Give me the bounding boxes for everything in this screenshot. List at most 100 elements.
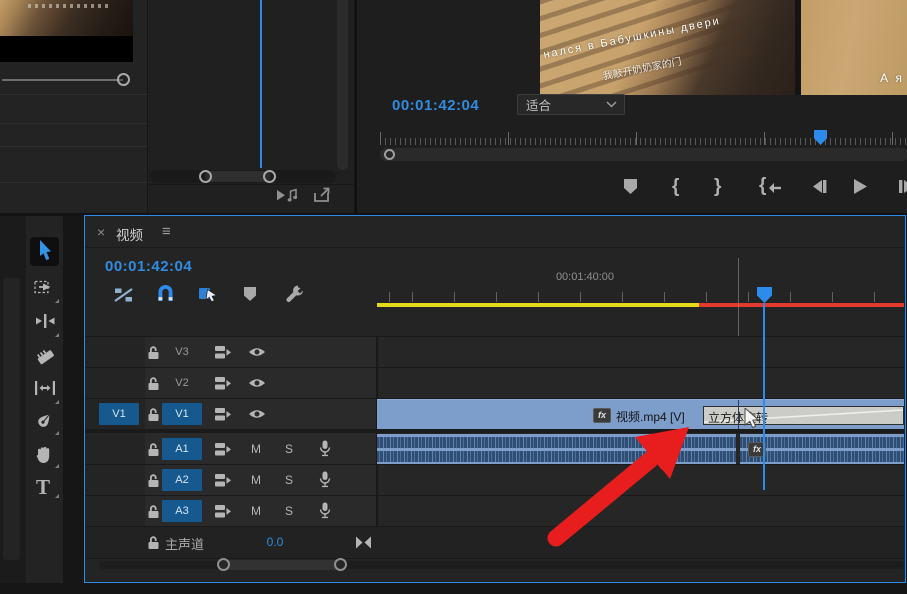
transition-preview-thumbnail <box>0 0 133 62</box>
play-audio-button[interactable] <box>276 187 300 204</box>
timeline-timecode[interactable]: 00:01:42:04 <box>105 258 192 275</box>
master-level-value[interactable]: 0.0 <box>255 535 295 549</box>
solo-button-a1[interactable]: S <box>285 442 293 456</box>
sync-lock-icon[interactable] <box>214 376 232 391</box>
pen-icon <box>34 411 54 431</box>
audio-clip-a1-left[interactable] <box>377 434 736 464</box>
track-target-a3[interactable]: A3 <box>162 500 202 522</box>
linked-selection-icon <box>198 285 220 303</box>
effect-scrollbar-handle-right[interactable] <box>263 170 276 183</box>
timeline-add-marker-button[interactable] <box>243 286 257 302</box>
timeline-playhead-line[interactable] <box>763 303 765 490</box>
effect-scrollbar-thumb[interactable] <box>205 171 271 182</box>
track-target-a2[interactable]: A2 <box>162 469 202 491</box>
monitor-scrub-bar[interactable] <box>380 148 907 161</box>
timeline-scrollbar-thumb[interactable] <box>223 560 341 570</box>
render-bar-red <box>699 303 904 307</box>
mute-button-a1[interactable]: M <box>251 442 261 456</box>
track-select-forward-tool[interactable] <box>34 279 56 301</box>
type-tool[interactable]: T <box>36 476 56 500</box>
microphone-icon[interactable] <box>319 471 331 488</box>
program-timecode[interactable]: 00:01:42:04 <box>392 97 479 114</box>
ripple-edit-tool[interactable] <box>34 313 56 335</box>
mute-button-a3[interactable]: M <box>251 504 261 518</box>
arrow-left-icon <box>767 182 782 194</box>
lock-icon[interactable] <box>147 442 160 457</box>
panel-close-button[interactable]: × <box>97 224 105 240</box>
solo-button-a2[interactable]: S <box>285 473 293 487</box>
program-video-frame: нался в Бабушкины двери 我敲开奶奶家的门 А я <box>540 0 907 95</box>
mute-button-a2[interactable]: M <box>251 473 261 487</box>
effect-playhead-line[interactable] <box>260 0 262 168</box>
effect-horizontal-scrollbar[interactable] <box>150 170 336 183</box>
lock-icon[interactable] <box>147 345 160 360</box>
hand-tool[interactable] <box>34 444 56 466</box>
play-button[interactable] <box>853 178 868 195</box>
solo-button-a3[interactable]: S <box>285 504 293 518</box>
sync-lock-icon[interactable] <box>214 473 232 488</box>
track-label-v3[interactable]: V3 <box>162 341 202 363</box>
clip-fx-badge[interactable]: fx <box>593 408 611 423</box>
video-clip-v1[interactable]: fx 视频.mp4 [V] 立方体旋转 <box>377 399 904 429</box>
mark-in-button[interactable]: { <box>672 176 679 198</box>
step-back-icon <box>811 179 828 194</box>
thumbnail-caption-dots <box>28 4 108 8</box>
ruler-time-label: 00:01:40:00 <box>535 271 635 283</box>
add-marker-button[interactable] <box>623 178 638 195</box>
source-patch-v1[interactable]: V1 <box>99 403 139 425</box>
sync-lock-icon[interactable] <box>214 504 232 519</box>
preview-slider-track[interactable] <box>2 79 123 81</box>
monitor-time-ruler[interactable] <box>380 127 907 146</box>
track-target-v1[interactable]: V1 <box>162 403 202 425</box>
microphone-icon[interactable] <box>319 440 331 457</box>
lock-icon[interactable] <box>147 407 160 422</box>
effect-scrollbar-handle-left[interactable] <box>199 170 212 183</box>
scrollbar-zoom-handle-right[interactable] <box>334 558 347 571</box>
slip-icon <box>34 380 56 396</box>
selection-tool[interactable] <box>37 240 59 262</box>
sync-lock-icon[interactable] <box>214 407 232 422</box>
timeline-ruler-ticks[interactable] <box>377 292 904 302</box>
go-to-in-button[interactable]: { <box>759 176 782 196</box>
ruler-major-ticks <box>380 132 907 145</box>
scrollbar-zoom-handle-left[interactable] <box>217 558 230 571</box>
razor-tool[interactable] <box>34 346 56 368</box>
effect-vertical-scrollbar[interactable] <box>337 0 348 170</box>
mark-out-button[interactable]: } <box>714 176 721 198</box>
snap-toggle[interactable] <box>156 285 175 302</box>
timeline-settings-button[interactable] <box>285 284 305 304</box>
eye-icon[interactable] <box>248 377 266 389</box>
sync-lock-icon[interactable] <box>214 345 232 360</box>
track-target-a1[interactable]: A1 <box>162 438 202 460</box>
lock-icon[interactable] <box>147 535 160 550</box>
track-row-v3: V3 <box>85 337 377 367</box>
track-label-v2[interactable]: V2 <box>162 372 202 394</box>
microphone-icon[interactable] <box>319 502 331 519</box>
ripple-edit-icon <box>34 313 56 329</box>
slip-tool[interactable] <box>34 380 56 402</box>
tab-video[interactable]: 视频 <box>116 224 143 244</box>
linked-selection-toggle[interactable] <box>198 285 220 303</box>
sync-lock-icon[interactable] <box>214 442 232 457</box>
marker-icon <box>243 286 257 302</box>
project-panel-scrollbar[interactable] <box>3 278 20 560</box>
lock-icon[interactable] <box>147 376 160 391</box>
keyframe-bowtie-icon[interactable] <box>355 536 372 549</box>
eye-icon[interactable] <box>248 346 266 358</box>
timeline-panel: × 视频 ≡ 00:01:42:04 <box>85 216 905 582</box>
lock-icon[interactable] <box>147 473 160 488</box>
lock-icon[interactable] <box>147 504 160 519</box>
pen-tool[interactable] <box>34 411 56 433</box>
export-frame-button[interactable] <box>311 187 333 204</box>
transition-clip[interactable]: 立方体旋转 <box>703 406 904 425</box>
selection-arrow-icon <box>37 240 55 262</box>
eye-icon[interactable] <box>248 408 266 420</box>
scrub-handle[interactable] <box>384 149 395 160</box>
step-forward-button[interactable] <box>898 179 907 194</box>
preview-slider-handle[interactable] <box>117 73 130 86</box>
zoom-level-dropdown[interactable]: 适合 <box>517 94 625 115</box>
step-back-button[interactable] <box>811 179 828 194</box>
nest-insert-toggle[interactable] <box>113 286 134 304</box>
panel-menu-button[interactable]: ≡ <box>162 223 171 240</box>
master-track-row: 主声道 0.0 <box>85 527 904 558</box>
